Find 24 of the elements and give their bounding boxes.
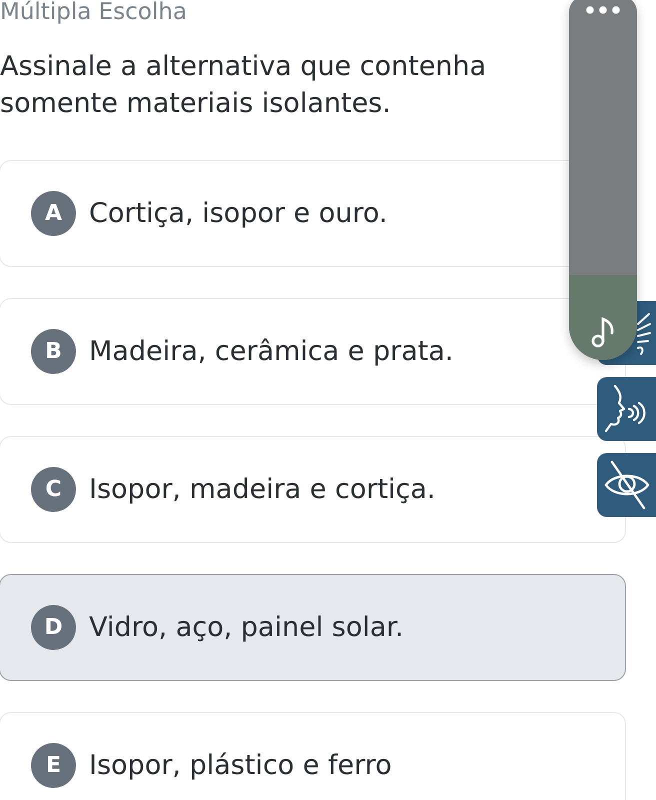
music-note-icon <box>591 316 615 348</box>
option-letter-badge: C <box>31 467 76 512</box>
speaking-head-icon <box>604 385 648 433</box>
speech-button[interactable] <box>597 377 656 441</box>
music-button[interactable] <box>569 275 637 360</box>
option-text: Madeira, cerâmica e prata. <box>89 336 454 367</box>
hand-icon <box>636 310 652 356</box>
option-letter-badge: B <box>31 329 76 374</box>
option-card[interactable]: E Isopor, plástico e ferro <box>0 712 626 800</box>
section-title: Múltipla Escolha <box>0 0 187 24</box>
question-text: Assinale a alternativa que contenha somente materiais isolantes. <box>0 50 488 121</box>
visibility-button[interactable] <box>597 453 656 517</box>
eye-slash-icon <box>604 460 650 510</box>
option-letter-badge: D <box>31 605 76 650</box>
more-button[interactable] <box>586 6 620 14</box>
option-text: Isopor, plástico e ferro <box>89 750 392 781</box>
option-letter-badge: E <box>31 743 76 788</box>
option-letter-badge: A <box>31 191 76 236</box>
more-icon <box>586 6 620 14</box>
option-text: Vidro, aço, painel solar. <box>89 612 404 643</box>
option-card[interactable]: C Isopor, madeira e cortiça. <box>0 436 626 543</box>
option-card[interactable]: D Vidro, aço, painel solar. <box>0 574 626 681</box>
option-text: Isopor, madeira e cortiça. <box>89 474 436 505</box>
option-text: Cortiça, isopor e ouro. <box>89 198 388 229</box>
